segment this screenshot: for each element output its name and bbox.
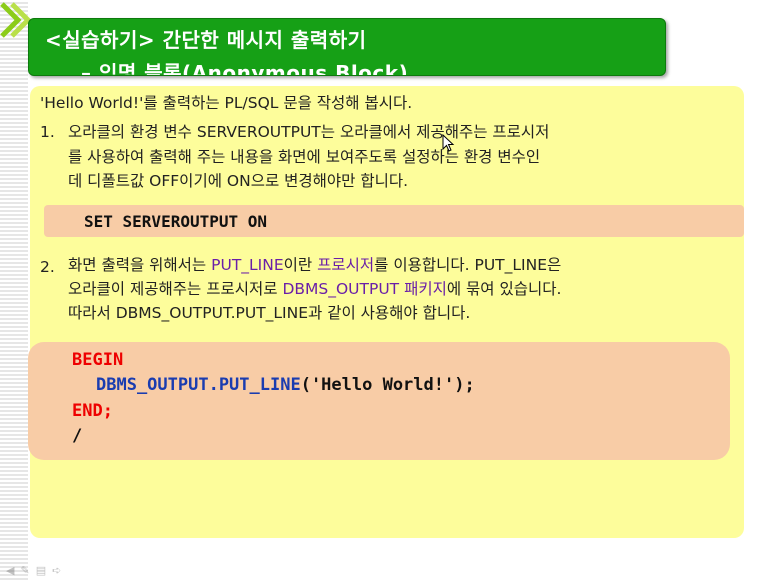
step2-line3: 따라서 DBMS_OUTPUT.PUT_LINE과 같이 사용해야 합니다. [68, 304, 471, 322]
step2-line2: 오라클이 제공해주는 프로시저로 DBMS_OUTPUT 패키지에 묶여 있습니… [68, 277, 561, 301]
slide-title-box: <실습하기> 간단한 메시지 출력하기 – 익명 블록(Anonymous Bl… [28, 18, 666, 76]
step1-number: 1. [40, 123, 55, 141]
step1-line2: 를 사용하여 출력해 주는 내용을 화면에 보여주도록 설정하는 환경 변수인 [68, 148, 541, 166]
step2-line2-part-c: 에 묶여 있습니다. [446, 280, 562, 298]
set-command-bar: SET SERVEROUTPUT ON [44, 205, 744, 237]
step2-line1-part-a: 화면 출력을 위해서는 [68, 256, 212, 274]
left-stripe-decoration [0, 0, 28, 582]
slide-title: <실습하기> 간단한 메시지 출력하기 [45, 28, 367, 52]
code-slash: / [72, 426, 83, 446]
code-args: ('Hello World!'); [300, 375, 475, 395]
code-block: BEGIN DBMS_OUTPUT.PUT_LINE('Hello World!… [28, 342, 730, 460]
step2-line1: 화면 출력을 위해서는 PUT_LINE이란 프로시저를 이용합니다. PUT_… [68, 253, 561, 277]
set-command: SET SERVEROUTPUT ON [84, 212, 268, 231]
step2-number: 2. [40, 258, 55, 276]
slide-subtitle: – 익명 블록(Anonymous Block) [81, 61, 409, 76]
code-begin: BEGIN [72, 350, 124, 370]
step1-line1: 오라클의 환경 변수 SERVEROUTPUT는 오라클에서 제공해주는 프로시… [68, 123, 550, 141]
code-call-line: DBMS_OUTPUT.PUT_LINE('Hello World!'); [96, 375, 475, 395]
step2-line1-part-e: 를 이용합니다. PUT_LINE은 [374, 256, 562, 274]
nav-pen-icon[interactable]: ✎ [20, 564, 29, 577]
slide-nav-icons[interactable]: ◀ ✎ ▤ ➪ [6, 564, 61, 577]
procedure-highlight: 프로시저 [317, 256, 375, 274]
step2-line2-part-a: 오라클이 제공해주는 프로시저로 [68, 280, 283, 298]
step1-line3: 데 디폴트값 OFF이기에 ON으로 변경해야만 합니다. [68, 172, 409, 190]
nav-next-icon[interactable]: ➪ [52, 564, 61, 577]
code-call: DBMS_OUTPUT.PUT_LINE [96, 375, 301, 395]
intro-text: 'Hello World!'를 출력하는 PL/SQL 문을 작성해 봅시다. [40, 94, 413, 112]
nav-menu-icon[interactable]: ▤ [36, 564, 46, 577]
mouse-cursor-icon [442, 134, 455, 152]
code-end: END; [72, 401, 113, 421]
put-line-highlight: PUT_LINE [211, 256, 284, 274]
nav-prev-icon[interactable]: ◀ [6, 564, 14, 577]
package-highlight: DBMS_OUTPUT 패키지 [282, 280, 447, 298]
step2-line1-part-c: 이란 [283, 256, 318, 274]
